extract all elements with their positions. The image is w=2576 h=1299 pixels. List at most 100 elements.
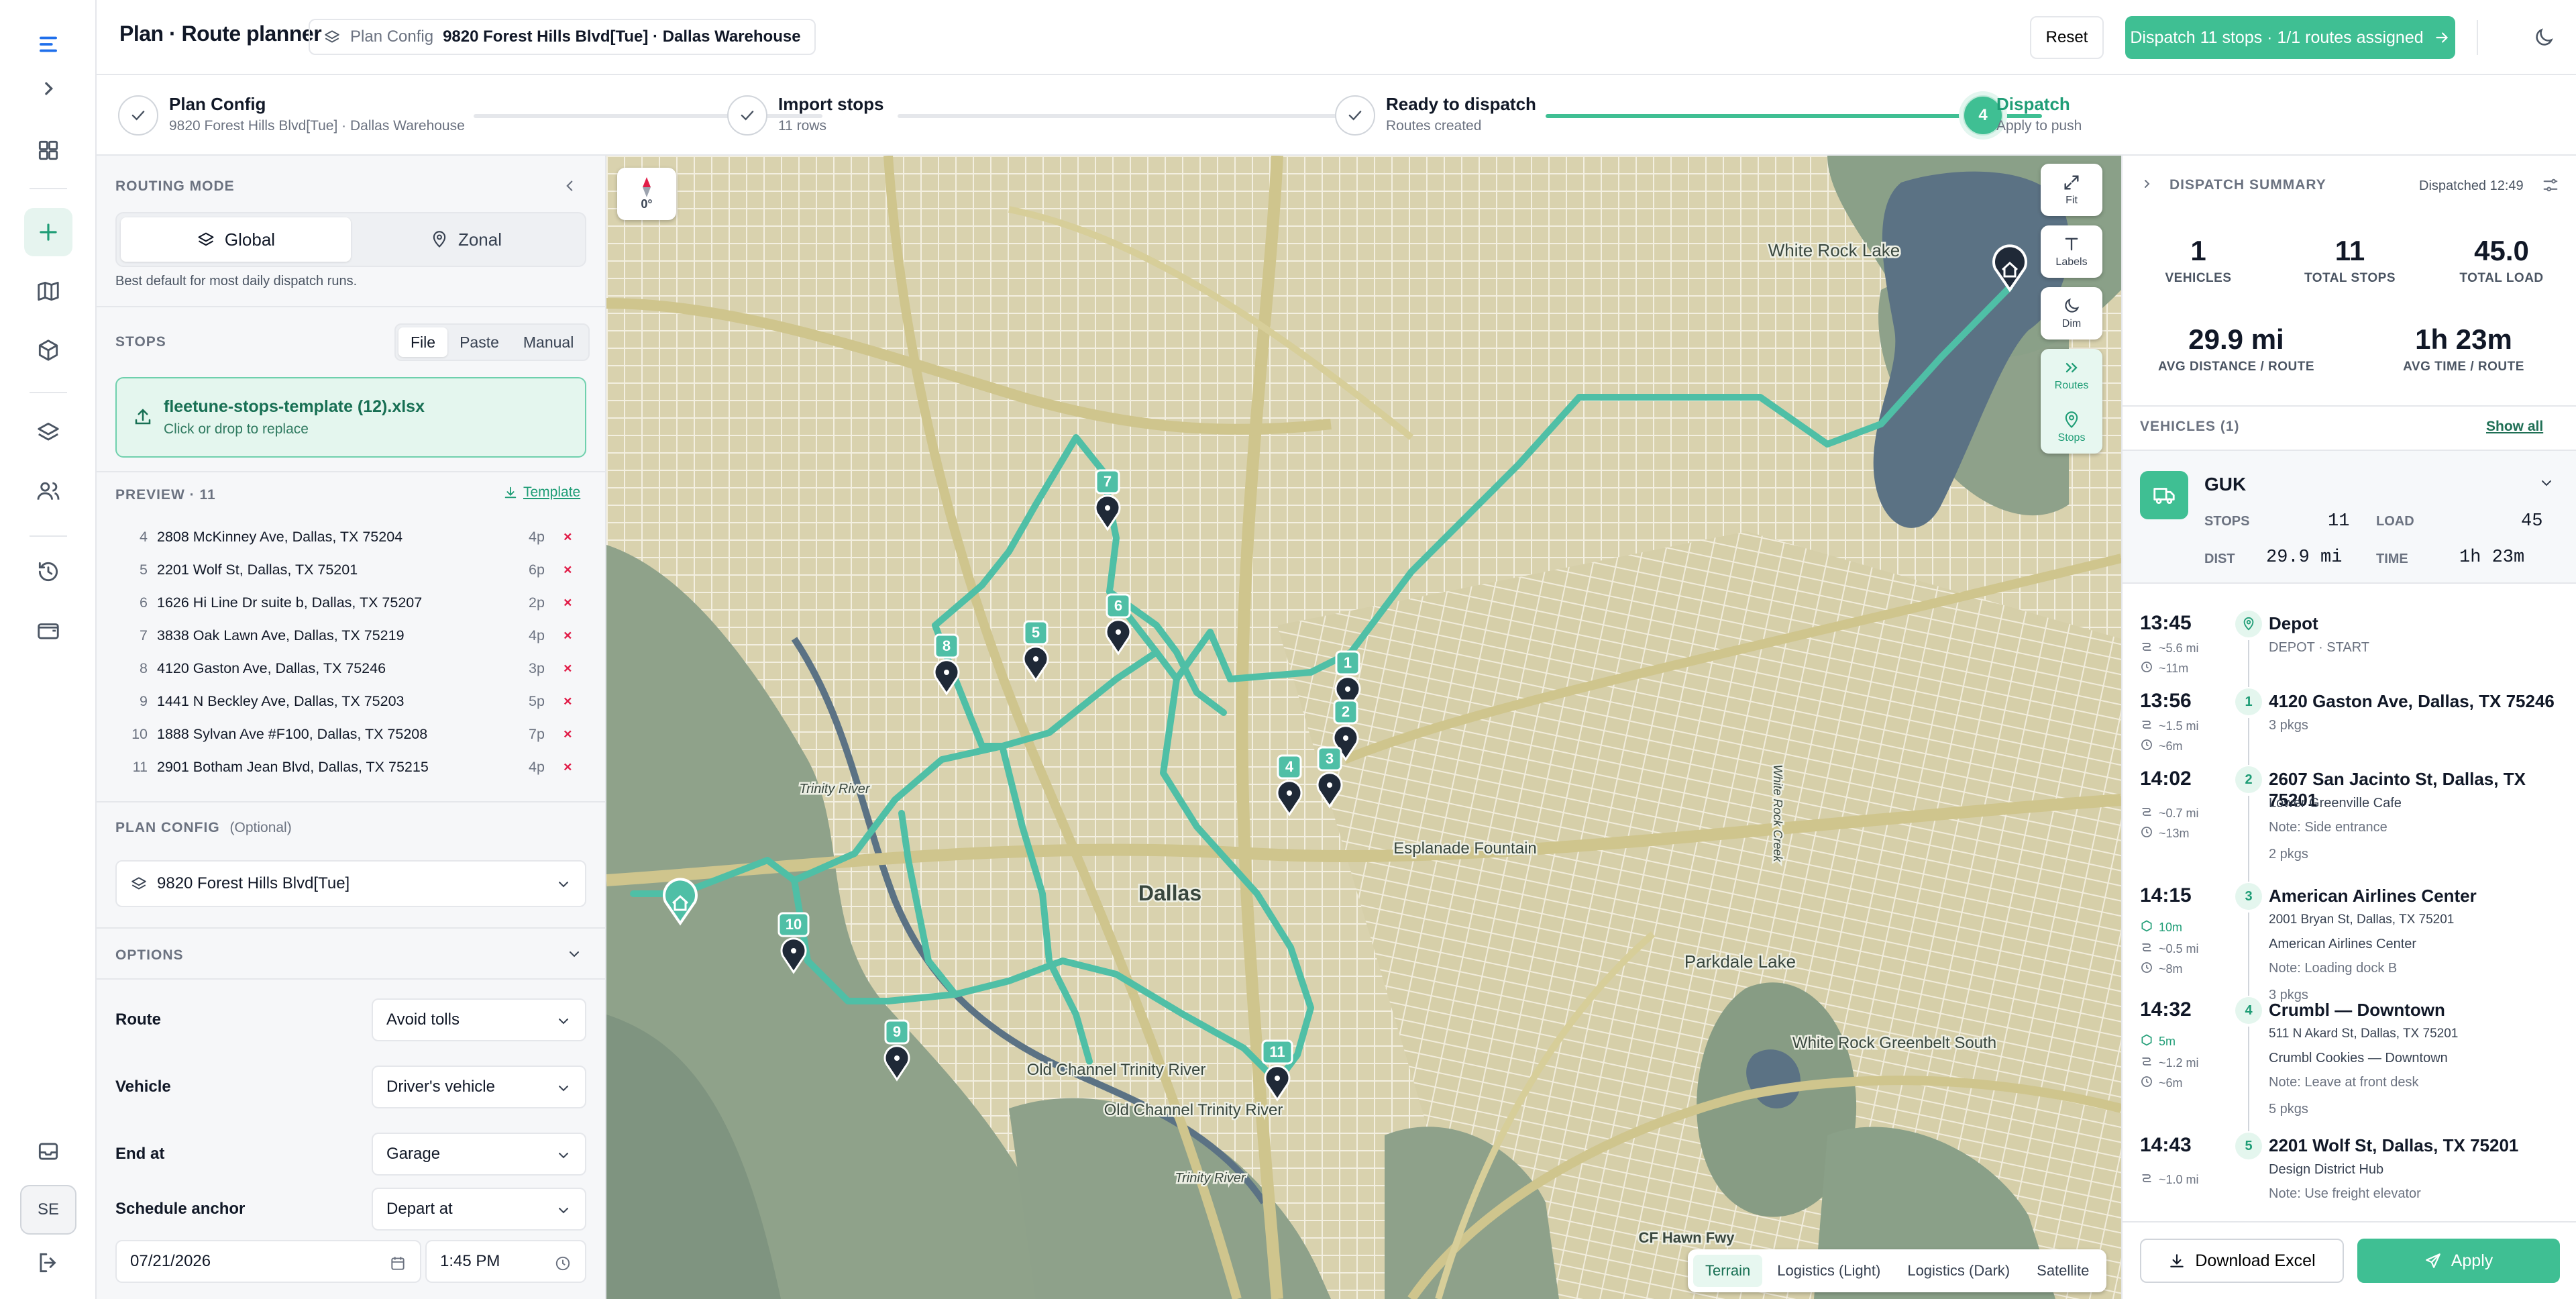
end-at-label: End at	[115, 1145, 165, 1163]
end-at-select[interactable]: Garage	[372, 1133, 586, 1176]
tab-manual[interactable]: Manual	[511, 327, 586, 357]
style-logistics-light[interactable]: Logistics (Light)	[1765, 1255, 1892, 1287]
style-terrain[interactable]: Terrain	[1693, 1255, 1763, 1287]
row-packages: 4p	[529, 529, 545, 545]
vehicle-time-value: 1h 23m	[2459, 548, 2525, 568]
wallet-icon[interactable]	[24, 607, 72, 655]
compass-reset[interactable]: 0°	[617, 168, 676, 220]
step-1-check[interactable]	[118, 95, 158, 136]
date-input[interactable]: 07/21/2026	[115, 1240, 421, 1283]
vehicle-card[interactable]: GUK STOPS 11 LOAD 45 DIST 29.9 mi TIME 1…	[2123, 450, 2576, 584]
plan-config-breadcrumb[interactable]: Plan Config 9820 Forest Hills Blvd[Tue] …	[309, 19, 816, 55]
template-download-link[interactable]: Template	[503, 484, 580, 501]
tab-file[interactable]: File	[398, 327, 448, 357]
dispatch-button[interactable]: Dispatch 11 stops · 1/1 routes assigned	[2125, 16, 2455, 59]
stop-wait: 5m	[2140, 1033, 2176, 1050]
settings-sliders-icon[interactable]	[2541, 176, 2560, 195]
history-icon[interactable]	[24, 548, 72, 596]
schedule-anchor-select[interactable]: Depart at	[372, 1188, 586, 1231]
preview-row: 9 1441 N Beckley Ave, Dallas, TX 75203 5p ×	[115, 693, 586, 725]
download-excel-button[interactable]: Download Excel	[2140, 1239, 2344, 1283]
remove-row-icon[interactable]: ×	[564, 693, 572, 710]
leg-duration: ~8m	[2140, 961, 2183, 978]
stops-toggle-button[interactable]: Stops	[2041, 401, 2102, 454]
row-packages: 7p	[529, 726, 545, 742]
route-select[interactable]: Avoid tolls	[372, 998, 586, 1041]
depot-pin-icon	[2235, 611, 2262, 637]
stop-title[interactable]: 4120 Gaston Ave, Dallas, TX 75246	[2269, 691, 2555, 712]
labels-toggle-button[interactable]: Labels	[2041, 225, 2102, 278]
plan-config-select[interactable]: 9820 Forest Hills Blvd[Tue]	[115, 860, 586, 907]
inbox-icon[interactable]	[24, 1127, 72, 1176]
moon-icon	[2536, 28, 2553, 46]
leg-duration: ~11m	[2140, 660, 2188, 677]
dim-toggle-button[interactable]: Dim	[2041, 287, 2102, 340]
stop-title[interactable]: Depot	[2269, 613, 2318, 634]
stop-eta: 14:02	[2140, 768, 2192, 790]
arrow-right-icon	[2435, 32, 2448, 43]
step-3-check[interactable]	[1335, 95, 1375, 136]
row-number: 7	[140, 627, 148, 643]
remove-row-icon[interactable]: ×	[564, 627, 572, 644]
preview-label: PREVIEW · 11	[115, 487, 216, 503]
row-packages: 4p	[529, 627, 545, 643]
file-dropzone[interactable]: fleetune-stops-template (12).xlsx Click …	[115, 377, 586, 458]
stop-number-label: 3	[1326, 750, 1334, 767]
chevron-down-icon[interactable]	[2538, 475, 2555, 491]
dispatch-summary-label: DISPATCH SUMMARY	[2169, 177, 2326, 193]
vehicles-section-label: VEHICLES (1)	[2140, 419, 2240, 434]
dashboard-icon[interactable]	[24, 126, 72, 174]
schedule-anchor-value: Depart at	[386, 1200, 453, 1218]
user-avatar[interactable]: SE	[20, 1185, 76, 1235]
leg-duration: ~6m	[2140, 738, 2183, 755]
row-number: 6	[140, 594, 148, 611]
style-satellite[interactable]: Satellite	[2025, 1255, 2101, 1287]
package-icon[interactable]	[24, 326, 72, 374]
stop-wait: 10m	[2140, 919, 2182, 936]
remove-row-icon[interactable]: ×	[564, 759, 572, 776]
remove-row-icon[interactable]: ×	[564, 594, 572, 611]
step-2-check[interactable]	[727, 95, 767, 136]
stop-pin-dot	[1116, 629, 1121, 635]
stop-customer: Crumbl Cookies — Downtown	[2269, 1051, 2448, 1066]
map-canvas[interactable]: White Rock Lake Dallas Esplanade Fountai…	[606, 156, 2121, 1299]
reset-button[interactable]: Reset	[2030, 16, 2104, 59]
remove-row-icon[interactable]: ×	[564, 562, 572, 578]
layers-icon[interactable]	[24, 408, 72, 456]
stop-title[interactable]: Crumbl — Downtown	[2269, 1000, 2445, 1021]
logout-icon[interactable]	[24, 1239, 72, 1287]
show-all-link[interactable]: Show all	[2486, 419, 2543, 435]
remove-row-icon[interactable]: ×	[564, 726, 572, 743]
stop-sequence-badge: 3	[2235, 883, 2262, 910]
step-4-sub: Apply to push	[1996, 118, 2082, 134]
optional-tag: (Optional)	[229, 820, 292, 835]
app-logo-icon[interactable]	[24, 20, 72, 68]
collapse-panel-chevron-icon[interactable]	[561, 177, 578, 195]
stop-title[interactable]: 2201 Wolf St, Dallas, TX 75201	[2269, 1135, 2518, 1156]
summary-collapse-chevron-icon[interactable]	[2139, 176, 2155, 192]
expand-rail-chevron-icon[interactable]	[24, 64, 72, 113]
label-trinity-river-1: Trinity River	[799, 782, 871, 796]
route-leg-icon	[2140, 640, 2153, 657]
style-logistics-dark[interactable]: Logistics (Dark)	[1895, 1255, 2022, 1287]
routing-zonal-option[interactable]: Zonal	[351, 217, 581, 262]
map-icon[interactable]	[24, 267, 72, 315]
leg-distance: ~5.6 mi	[2140, 640, 2199, 657]
plan-add-icon[interactable]	[24, 208, 72, 256]
apply-button[interactable]: Apply	[2357, 1239, 2560, 1283]
dark-mode-toggle[interactable]	[2526, 20, 2561, 55]
tab-paste[interactable]: Paste	[447, 327, 511, 357]
stop-title[interactable]: American Airlines Center	[2269, 886, 2477, 906]
users-icon[interactable]	[24, 467, 72, 515]
time-input[interactable]: 1:45 PM	[425, 1240, 586, 1283]
remove-row-icon[interactable]: ×	[564, 529, 572, 545]
routes-toggle-button[interactable]: Routes	[2041, 349, 2102, 401]
fit-map-button[interactable]: Fit	[2041, 164, 2102, 216]
route-map[interactable]: White Rock Lake Dallas Esplanade Fountai…	[606, 156, 2121, 1299]
routing-global-option[interactable]: Global	[121, 217, 351, 262]
vehicle-select[interactable]: Driver's vehicle	[372, 1066, 586, 1108]
options-collapse-chevron-icon[interactable]	[566, 946, 582, 962]
vehicle-stops-label: STOPS	[2204, 514, 2250, 529]
remove-row-icon[interactable]: ×	[564, 660, 572, 677]
stop-customer: Design District Hub	[2269, 1162, 2384, 1177]
